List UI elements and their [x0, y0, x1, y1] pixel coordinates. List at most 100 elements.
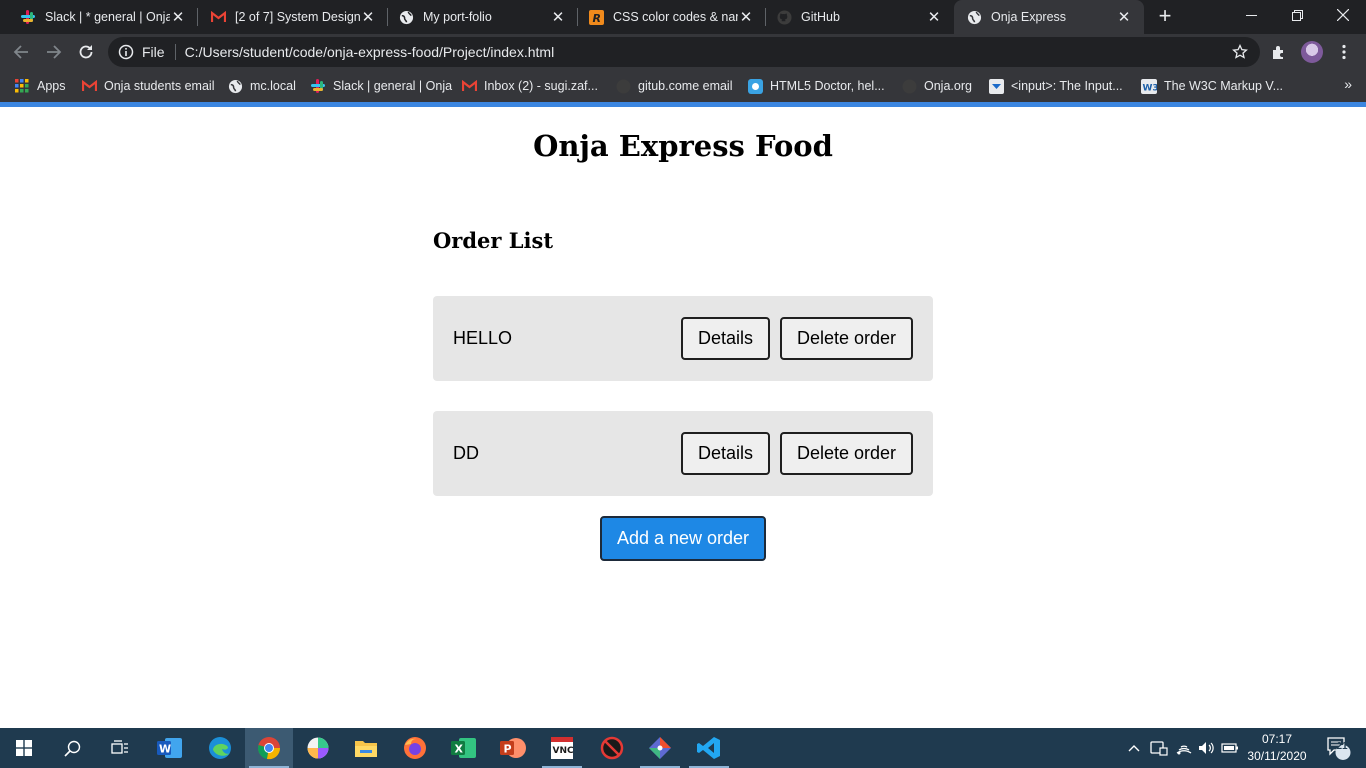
notifications-icon[interactable]: 21 [1320, 728, 1354, 768]
chevron-up-icon[interactable] [1126, 728, 1142, 768]
bookmark-mc-local[interactable]: mc.local [227, 76, 296, 96]
windows-start-icon[interactable] [0, 728, 48, 768]
forward-arrow-icon[interactable] [42, 40, 66, 64]
bookmark-onja-students-email[interactable]: Onja students email [81, 76, 214, 96]
bookmark-label: Onja.org [924, 79, 972, 93]
bookmark-mdn-input[interactable]: <input>: The Input... [988, 76, 1123, 96]
excel-icon[interactable]: X [440, 728, 488, 768]
menu-dots-icon[interactable] [1333, 41, 1355, 63]
gmail-icon [81, 78, 97, 94]
tab-css-colors[interactable]: R CSS color codes & nam ✕ [578, 0, 766, 34]
edge-icon[interactable] [196, 728, 244, 768]
firefox-icon[interactable] [391, 728, 439, 768]
bookmark-label: Slack | general | Onja [333, 79, 453, 93]
scheme-label: File [142, 44, 165, 60]
tab-title: My port-folio [423, 10, 492, 24]
apps-grid-icon [14, 78, 30, 94]
battery-icon[interactable] [1220, 728, 1240, 768]
bookmark-label: gitub.come email [638, 79, 733, 93]
wifi-icon[interactable] [1174, 728, 1194, 768]
tab-slack[interactable]: Slack | * general | Onja ✕ [0, 0, 198, 34]
add-new-order-button[interactable]: Add a new order [600, 516, 766, 561]
gmail-icon [210, 9, 226, 25]
close-tab-icon[interactable]: ✕ [926, 9, 942, 26]
svg-text:W: W [159, 743, 171, 756]
more-bookmarks-icon[interactable]: » [1344, 76, 1352, 92]
bookmark-label: mc.local [250, 79, 296, 93]
git-icon[interactable] [636, 728, 684, 768]
windows-taskbar: W X P VNC 07:17 30/11/2020 21 [0, 728, 1366, 768]
chrome-icon[interactable] [245, 728, 293, 768]
powerpoint-icon[interactable]: P [489, 728, 537, 768]
extensions-icon[interactable] [1268, 41, 1290, 63]
w3c-icon: W3 [1141, 78, 1157, 94]
html5doctor-icon [747, 78, 763, 94]
slack-icon [310, 78, 326, 94]
file-explorer-icon[interactable] [342, 728, 390, 768]
clock[interactable]: 07:17 30/11/2020 [1240, 731, 1314, 765]
delete-order-button[interactable]: Delete order [780, 317, 913, 360]
bookmark-label: Onja students email [104, 79, 215, 93]
page-title: Onja Express Food [533, 129, 833, 163]
close-tab-icon[interactable]: ✕ [738, 9, 754, 26]
profile-avatar[interactable] [1301, 41, 1323, 63]
close-tab-icon[interactable]: ✕ [360, 9, 376, 26]
bookmark-html5-doctor[interactable]: HTML5 Doctor, hel... [747, 76, 885, 96]
new-tab-icon[interactable]: + [1154, 5, 1176, 27]
r-logo-icon: R [588, 9, 604, 25]
close-tab-icon[interactable]: ✕ [170, 9, 186, 26]
clock-date: 30/11/2020 [1247, 749, 1307, 763]
bookmark-label: HTML5 Doctor, hel... [770, 79, 885, 93]
minimize-icon[interactable] [1228, 0, 1274, 30]
details-button[interactable]: Details [681, 317, 770, 360]
bookmark-inbox[interactable]: Inbox (2) - sugi.zaf... [461, 76, 598, 96]
back-arrow-icon[interactable] [9, 40, 33, 64]
clock-time: 07:17 [1261, 732, 1293, 746]
svg-text:P: P [504, 743, 512, 756]
order-name: HELLO [453, 328, 513, 348]
vnc-icon[interactable]: VNC [538, 728, 586, 768]
tab-github[interactable]: GitHub ✕ [766, 0, 954, 34]
github-icon [615, 78, 631, 94]
bookmark-w3c-validator[interactable]: W3 The W3C Markup V... [1141, 76, 1283, 96]
paint-icon[interactable] [294, 728, 342, 768]
task-view-icon[interactable] [96, 728, 144, 768]
tab-title: [2 of 7] System Design & [235, 10, 360, 24]
bookmark-apps[interactable]: Apps [14, 76, 66, 96]
bookmark-slack-general[interactable]: Slack | general | Onja [310, 76, 452, 96]
volume-icon[interactable] [1197, 728, 1217, 768]
search-icon[interactable] [48, 728, 96, 768]
close-tab-icon[interactable]: ✕ [550, 9, 566, 26]
delete-order-button[interactable]: Delete order [780, 432, 913, 475]
tab-portfolio[interactable]: My port-folio ✕ [388, 0, 578, 34]
svg-text:W3: W3 [1143, 83, 1158, 93]
tab-onja-express[interactable]: Onja Express ✕ [954, 0, 1144, 34]
svg-text:X: X [455, 743, 464, 756]
tab-gmail[interactable]: [2 of 7] System Design & ✕ [198, 0, 388, 34]
bookmark-github-email[interactable]: gitub.come email [615, 76, 733, 96]
address-bar[interactable]: File C:/Users/student/code/onja-express-… [108, 37, 1260, 67]
vscode-icon[interactable] [685, 728, 733, 768]
restore-icon[interactable] [1274, 0, 1320, 30]
slack-icon [20, 9, 36, 25]
star-icon[interactable] [1232, 43, 1248, 60]
word-icon[interactable]: W [146, 728, 194, 768]
blocked-app-icon[interactable] [588, 728, 636, 768]
close-window-icon[interactable] [1320, 0, 1366, 30]
tab-strip: Slack | * general | Onja ✕ [2 of 7] Syst… [0, 0, 1366, 34]
url-text[interactable]: C:/Users/student/code/onja-express-food/… [185, 44, 555, 60]
globe-icon [227, 78, 243, 94]
mdn-icon [988, 78, 1004, 94]
bookmarks-bar: Apps Onja students email mc.local Slack … [0, 70, 1366, 102]
meet-now-icon[interactable] [1149, 728, 1169, 768]
globe-icon [398, 9, 414, 25]
close-tab-icon[interactable]: ✕ [1116, 9, 1132, 26]
svg-text:VNC: VNC [553, 746, 574, 756]
order-card: DD Details Delete order [433, 411, 933, 496]
details-button[interactable]: Details [681, 432, 770, 475]
reload-icon[interactable] [74, 40, 98, 64]
bookmark-onja-org[interactable]: Onja.org [901, 76, 972, 96]
page-content: Onja Express Food Order List HELLO Detai… [0, 107, 1366, 728]
info-icon[interactable] [118, 44, 134, 60]
notification-count: 21 [1336, 741, 1348, 752]
